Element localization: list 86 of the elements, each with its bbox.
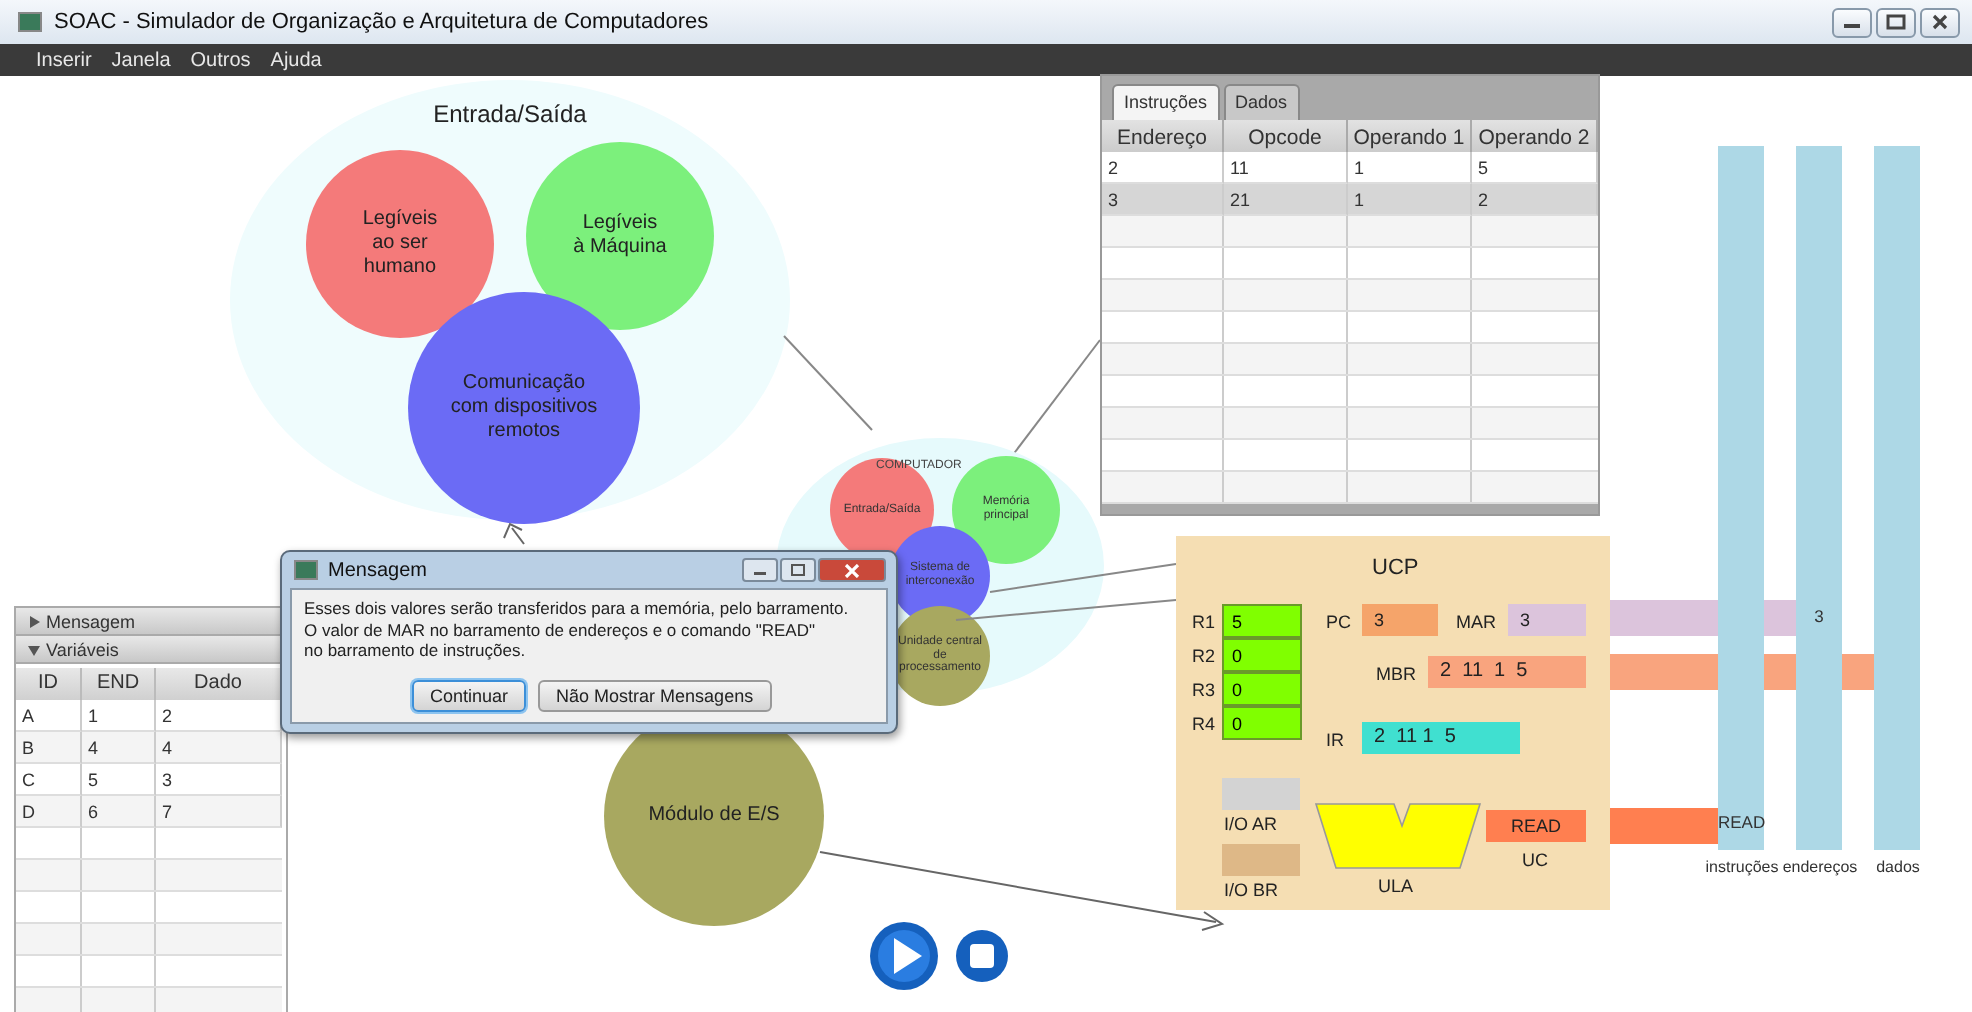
circle-label: Comunicação com dispositivos remotos bbox=[450, 372, 598, 444]
app-icon bbox=[18, 12, 42, 32]
alu-label: ULA bbox=[1378, 876, 1414, 896]
minimize-button[interactable] bbox=[742, 558, 778, 582]
accordion-header[interactable]: Mensagem bbox=[16, 608, 286, 636]
connector-line bbox=[783, 335, 873, 431]
table-cell: B bbox=[16, 732, 82, 764]
minimize-button[interactable] bbox=[1832, 7, 1872, 37]
close-icon bbox=[844, 563, 860, 577]
table-cell: 4 bbox=[156, 732, 282, 764]
register-value: 3 bbox=[1508, 604, 1586, 636]
window-title: SOAC - Simulador de Organização e Arquitetura de Computadores bbox=[54, 10, 709, 34]
table-cell: 1 bbox=[82, 700, 156, 732]
menu-item[interactable]: Ajuda bbox=[270, 49, 322, 71]
table-cell: 1 bbox=[1348, 184, 1472, 216]
table-cell: 7 bbox=[156, 796, 282, 828]
register-value: READ bbox=[1486, 810, 1586, 842]
column-header[interactable]: Dado bbox=[156, 668, 282, 700]
circle-label: Legíveis à Máquina bbox=[573, 212, 667, 260]
dialog-button[interactable]: Continuar bbox=[412, 680, 527, 712]
table-cell: 6 bbox=[82, 796, 156, 828]
maximize-icon bbox=[1886, 14, 1906, 30]
table-cell: 5 bbox=[82, 764, 156, 796]
table-cell: 11 bbox=[1224, 152, 1348, 184]
register-label: I/O BR bbox=[1224, 880, 1279, 900]
table-cell: 5 bbox=[1472, 152, 1598, 184]
register-label: IR bbox=[1326, 730, 1344, 750]
register-label: PC bbox=[1326, 612, 1352, 632]
menu-item[interactable]: Janela bbox=[111, 49, 171, 71]
menu-item[interactable]: Inserir bbox=[36, 49, 92, 71]
bus-signal: READ bbox=[1718, 812, 1764, 832]
caret-down-icon bbox=[28, 643, 40, 655]
dialog-button[interactable]: Não Mostrar Mensagens bbox=[538, 680, 772, 712]
accordion-header[interactable]: Variáveis bbox=[16, 636, 286, 664]
table-cell: C bbox=[16, 764, 82, 796]
table-cell: 2 bbox=[1472, 184, 1598, 216]
arrow bbox=[503, 522, 525, 545]
diagram-title: Entrada/Saída bbox=[431, 100, 589, 128]
register-label: MAR bbox=[1456, 612, 1496, 632]
register-value: 0 bbox=[1222, 706, 1302, 740]
register-label: R4 bbox=[1192, 714, 1216, 734]
column-header[interactable]: END bbox=[82, 668, 156, 700]
table-cell: 1 bbox=[1348, 152, 1472, 184]
table-cell: 2 bbox=[1102, 152, 1224, 184]
dialog-message: Esses dois valores serão transferidos para a memória, pelo barramento. O valor de MAR no barramento de endereços e o comando "READ" no barramento de instruções. bbox=[304, 598, 851, 662]
maximize-icon bbox=[790, 564, 806, 576]
close-button[interactable] bbox=[818, 558, 886, 582]
connector-line bbox=[1011, 339, 1101, 457]
register-value: 2 11 1 5 bbox=[1428, 656, 1586, 688]
register-value: 2 11 1 5 bbox=[1362, 722, 1520, 754]
register-label: I/O AR bbox=[1224, 814, 1278, 834]
register-block bbox=[1222, 778, 1300, 810]
circle-label: Legíveis ao ser humano bbox=[362, 208, 438, 280]
register-label: R1 bbox=[1192, 612, 1216, 632]
register-block bbox=[1222, 844, 1300, 876]
register-value: 5 bbox=[1222, 604, 1302, 638]
stop-button[interactable] bbox=[954, 928, 1010, 984]
tab[interactable]: Dados bbox=[1223, 84, 1300, 120]
app-icon bbox=[294, 560, 318, 580]
table-cell: D bbox=[16, 796, 82, 828]
caret-right-icon bbox=[28, 615, 40, 627]
table-cell: 21 bbox=[1224, 184, 1348, 216]
register-value: 0 bbox=[1222, 638, 1302, 672]
close-icon bbox=[1930, 14, 1950, 30]
play-button[interactable] bbox=[868, 920, 940, 992]
circle-label: Módulo de E/S bbox=[648, 804, 780, 828]
table-cell: 3 bbox=[1102, 184, 1224, 216]
table-cell: 4 bbox=[82, 732, 156, 764]
register-label: UC bbox=[1522, 850, 1548, 870]
register-label: MBR bbox=[1376, 664, 1416, 684]
maximize-button[interactable] bbox=[1876, 7, 1916, 37]
register-value: 0 bbox=[1222, 672, 1302, 706]
bus-signal: 3 bbox=[1812, 606, 1826, 626]
table-cell: 3 bbox=[156, 764, 282, 796]
register-value: 3 bbox=[1362, 604, 1438, 636]
menu-item[interactable]: Outros bbox=[190, 49, 251, 71]
tab[interactable]: Instruções bbox=[1112, 84, 1220, 120]
bus-wire bbox=[1610, 808, 1718, 844]
maximize-button[interactable] bbox=[780, 558, 816, 582]
register-label: R3 bbox=[1192, 680, 1216, 700]
close-button[interactable] bbox=[1920, 7, 1960, 37]
column-header[interactable]: ID bbox=[16, 668, 82, 700]
cpu-title: UCP bbox=[1372, 556, 1419, 580]
dialog-title: Mensagem bbox=[328, 559, 427, 581]
register-label: R2 bbox=[1192, 646, 1216, 666]
table-cell: A bbox=[16, 700, 82, 732]
